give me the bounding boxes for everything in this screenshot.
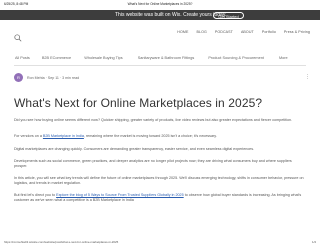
suppliers-blog-link[interactable]: Explore the blog of 5 Ways to Source Fro… xyxy=(56,193,184,197)
print-footer: https://ronmehta43.wixsite.com/website/p… xyxy=(4,240,316,245)
category-b2b-ecommerce[interactable]: B2B ECommerce xyxy=(42,56,71,60)
read-time: 3 min read xyxy=(62,76,80,80)
site-nav: HOME BLOG PODCAST ABOUT Portfolio Press … xyxy=(14,29,310,42)
avatar[interactable]: R xyxy=(14,73,23,82)
divider xyxy=(14,65,306,66)
more-options-icon[interactable]: ⋮ xyxy=(305,74,310,80)
category-product-sourcing[interactable]: Product Sourcing & Procurement xyxy=(208,56,264,60)
paragraph-2: For vendors on a B2B Marketplace in Indi… xyxy=(14,134,306,139)
category-wholesale-buying-tips[interactable]: Wholesale Buying Tips xyxy=(84,56,122,60)
paragraph-6-pre: But first let's direct you to xyxy=(14,193,57,197)
page-number: 1/4 xyxy=(311,240,316,244)
paragraph-6: But first let's direct you to Explore th… xyxy=(14,193,306,204)
paragraph-1: Did you see how buying online seems diff… xyxy=(14,118,293,122)
wix-banner: This website was built on Wix. Create yo… xyxy=(0,10,320,20)
paragraph-2-post: , remaining where the market is moving t… xyxy=(83,134,217,138)
nav-blog[interactable]: BLOG xyxy=(196,30,206,34)
category-all-posts[interactable]: All Posts xyxy=(15,56,30,60)
paragraph-3: Digital marketplaces are changing quickl… xyxy=(14,147,255,151)
nav-home[interactable]: HOME xyxy=(177,30,188,34)
paragraph-4: Developments such as social commerce, gr… xyxy=(14,159,292,169)
b2b-marketplace-link[interactable]: B2B Marketplace in India xyxy=(43,134,84,138)
print-header: 6/25/25, 8:48 PM What's Next for Online … xyxy=(4,2,316,8)
nav-about[interactable]: ABOUT xyxy=(241,30,254,34)
nav-links: HOME BLOG PODCAST ABOUT Portfolio Press … xyxy=(170,30,310,34)
nav-press[interactable]: Press & Priving xyxy=(284,30,310,34)
nav-portfolio[interactable]: Portfolio xyxy=(262,30,276,34)
paragraph-5: In this article, you will see what key t… xyxy=(14,176,304,186)
post-date: Sep 11 xyxy=(47,76,59,80)
author-name[interactable]: Ron Mehta xyxy=(27,76,45,80)
category-sanitaryware[interactable]: Sanitaryware & Bathroom Fittings xyxy=(138,56,195,60)
get-started-button[interactable]: Get Started xyxy=(213,11,244,19)
post-meta-text: Ron Mehta · Sep 11 · 3 min read xyxy=(27,76,79,80)
print-title: What's Next for Online Marketplaces in 2… xyxy=(127,2,193,6)
category-menu: All Posts B2B ECommerce Wholesale Buying… xyxy=(15,56,310,62)
category-more[interactable]: More xyxy=(279,56,288,60)
post-title: What's Next for Online Marketplaces in 2… xyxy=(14,96,263,110)
wix-banner-message: This website was built on Wix. Create yo… xyxy=(115,12,227,18)
print-url: https://ronmehta43.wixsite.com/website/p… xyxy=(4,240,119,244)
search-icon[interactable] xyxy=(14,29,22,42)
paragraph-2-pre: For vendors on a xyxy=(14,134,43,138)
nav-podcast[interactable]: PODCAST xyxy=(215,30,233,34)
